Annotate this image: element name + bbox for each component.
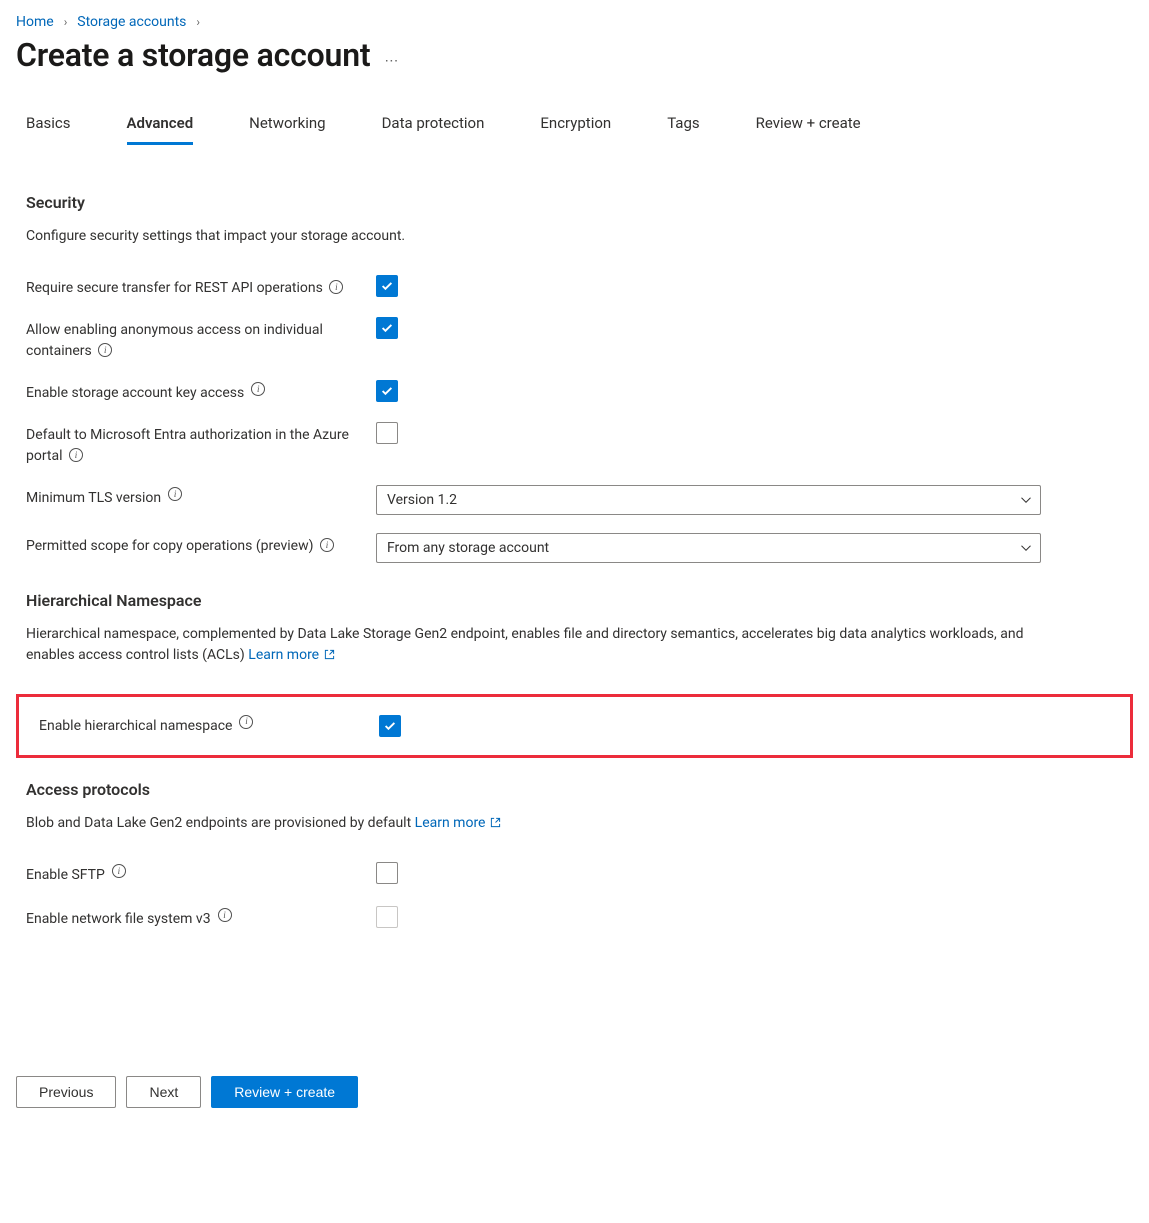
info-icon[interactable]: i — [112, 864, 126, 878]
label-key-access: Enable storage account key access i — [26, 380, 376, 404]
tab-tags[interactable]: Tags — [667, 114, 699, 145]
review-create-button[interactable]: Review + create — [211, 1076, 358, 1108]
info-icon[interactable]: i — [251, 382, 265, 396]
select-tls-version[interactable]: Version 1.2 — [376, 485, 1041, 515]
info-icon[interactable]: i — [329, 280, 343, 294]
checkbox-enable-hns[interactable] — [379, 715, 401, 737]
select-value: Version 1.2 — [387, 492, 457, 508]
section-desc-security: Configure security settings that impact … — [16, 226, 1026, 247]
label-enable-nfs: Enable network file system v3 i — [26, 906, 376, 930]
select-copy-scope[interactable]: From any storage account — [376, 533, 1041, 563]
info-icon[interactable]: i — [98, 343, 112, 357]
tab-data-protection[interactable]: Data protection — [382, 114, 485, 145]
highlight-box-hns: Enable hierarchical namespace i — [16, 694, 1133, 758]
chevron-right-icon: › — [196, 15, 200, 29]
wizard-footer: Previous Next Review + create — [0, 1060, 1149, 1124]
breadcrumb-storage-accounts[interactable]: Storage accounts — [77, 14, 186, 30]
tab-encryption[interactable]: Encryption — [540, 114, 611, 145]
link-access-learn-more[interactable]: Learn more — [415, 815, 502, 831]
checkbox-entra-default[interactable] — [376, 422, 398, 444]
section-desc-hns: Hierarchical namespace, complemented by … — [16, 624, 1026, 666]
checkbox-enable-nfs — [376, 906, 398, 928]
section-heading-hns: Hierarchical Namespace — [16, 591, 1133, 610]
info-icon[interactable]: i — [69, 448, 83, 462]
checkbox-secure-transfer[interactable] — [376, 275, 398, 297]
info-icon[interactable]: i — [218, 908, 232, 922]
label-anonymous-access: Allow enabling anonymous access on indiv… — [26, 317, 376, 362]
tab-networking[interactable]: Networking — [249, 114, 325, 145]
link-hns-learn-more[interactable]: Learn more — [248, 647, 335, 663]
chevron-down-icon — [1020, 542, 1032, 554]
select-value: From any storage account — [387, 540, 549, 556]
info-icon[interactable]: i — [239, 715, 253, 729]
info-icon[interactable]: i — [320, 538, 334, 552]
tab-review-create[interactable]: Review + create — [756, 114, 861, 145]
label-enable-sftp: Enable SFTP i — [26, 862, 376, 886]
checkbox-key-access[interactable] — [376, 380, 398, 402]
previous-button[interactable]: Previous — [16, 1076, 116, 1108]
checkbox-enable-sftp[interactable] — [376, 862, 398, 884]
tab-advanced[interactable]: Advanced — [127, 114, 194, 145]
page-title: Create a storage account — [16, 36, 370, 74]
more-icon[interactable]: ⋯ — [384, 53, 400, 69]
chevron-down-icon — [1020, 494, 1032, 506]
tab-basics[interactable]: Basics — [26, 114, 71, 145]
section-desc-access: Blob and Data Lake Gen2 endpoints are pr… — [16, 813, 1026, 834]
section-heading-security: Security — [16, 193, 1133, 212]
label-secure-transfer: Require secure transfer for REST API ope… — [26, 275, 376, 299]
label-enable-hns: Enable hierarchical namespace i — [39, 716, 379, 737]
section-heading-access: Access protocols — [16, 780, 1133, 799]
breadcrumb-home[interactable]: Home — [16, 14, 54, 30]
checkbox-anonymous-access[interactable] — [376, 317, 398, 339]
label-tls-version: Minimum TLS version i — [26, 485, 376, 509]
label-entra-default: Default to Microsoft Entra authorization… — [26, 422, 376, 467]
next-button[interactable]: Next — [126, 1076, 201, 1108]
tabs: Basics Advanced Networking Data protecti… — [16, 114, 1133, 145]
chevron-right-icon: › — [64, 15, 68, 29]
breadcrumb: Home › Storage accounts › — [16, 14, 1133, 30]
info-icon[interactable]: i — [168, 487, 182, 501]
label-copy-scope: Permitted scope for copy operations (pre… — [26, 533, 376, 557]
